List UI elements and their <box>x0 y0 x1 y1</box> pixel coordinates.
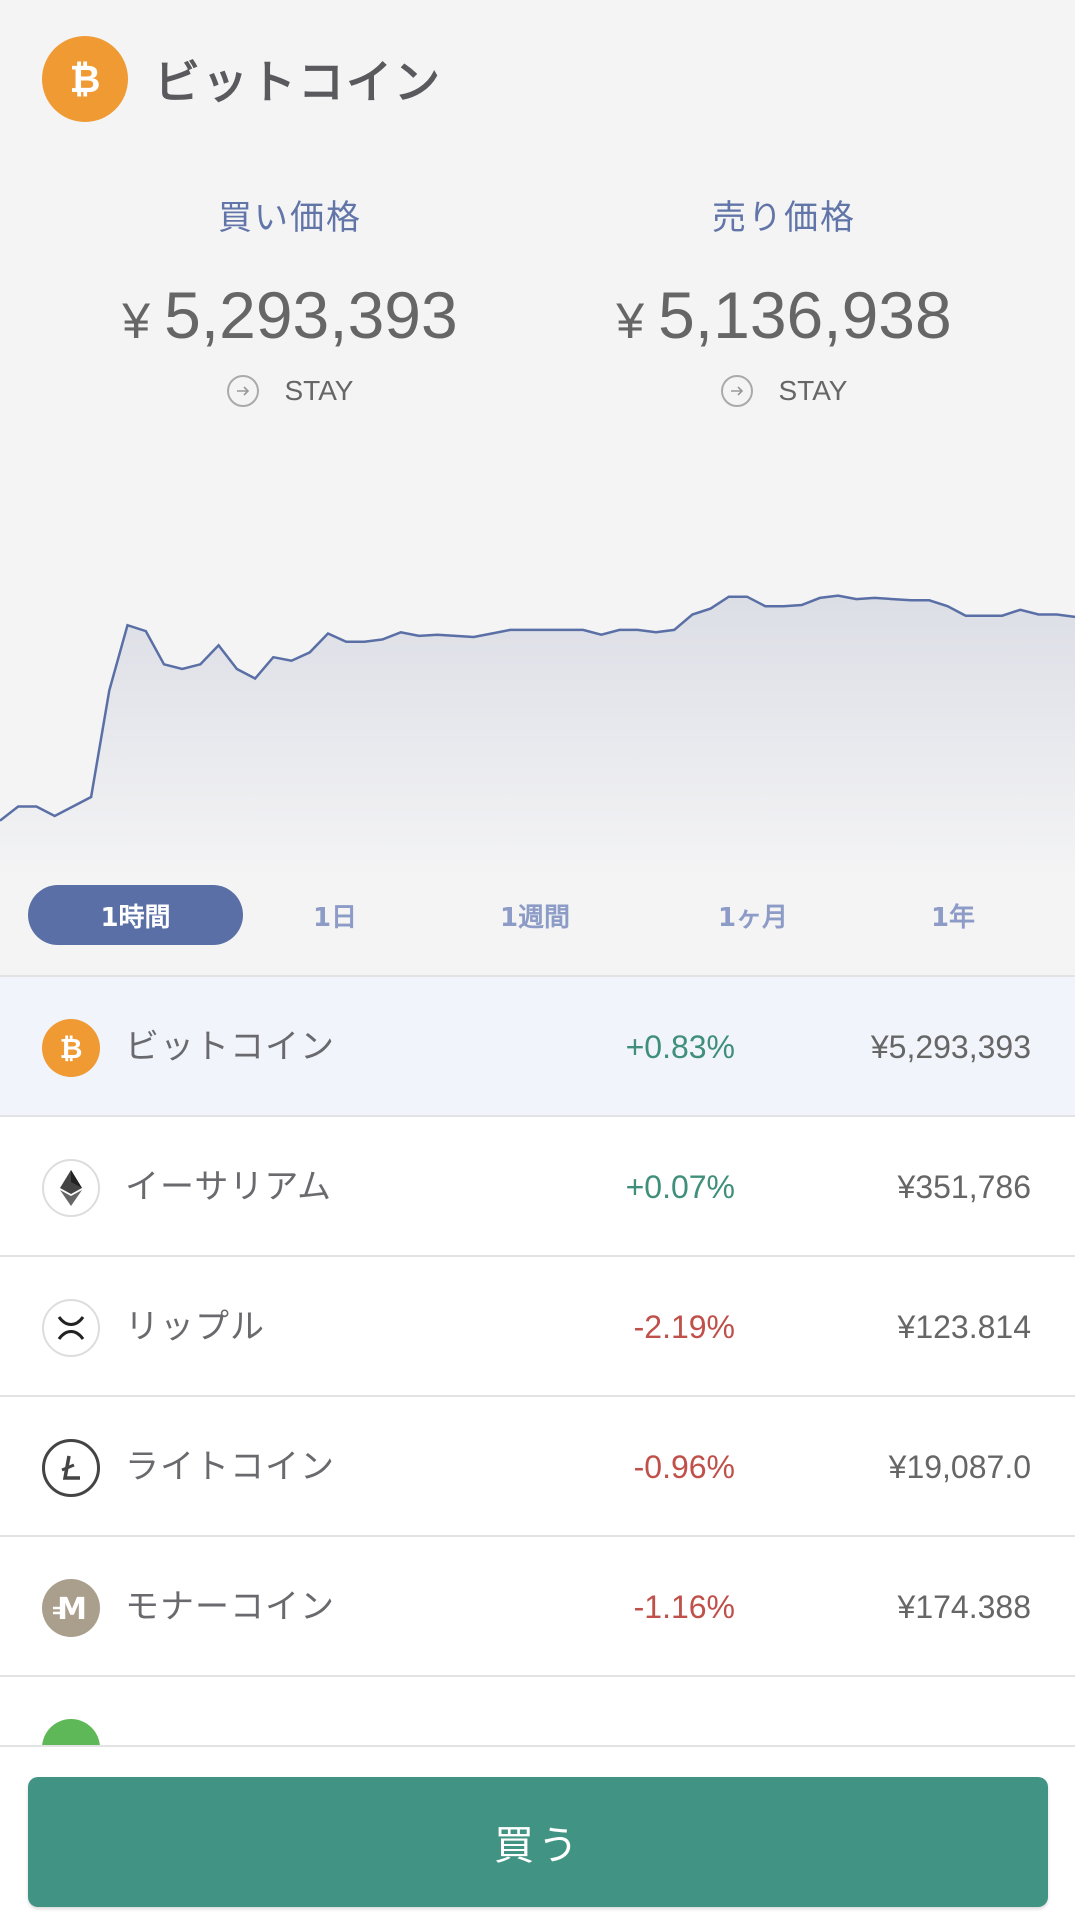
coin-row-ripple[interactable]: リップル -2.19% ¥123.814 <box>0 1255 1075 1395</box>
svg-text:₿: ₿ <box>60 1032 83 1065</box>
buy-button[interactable]: 買う <box>28 1777 1048 1907</box>
coin-change: -2.19% <box>633 1309 735 1345</box>
coin-price: ¥351,786 <box>897 1169 1031 1205</box>
coin-name: イーサリアム <box>125 1167 332 1207</box>
buy-price-label: 買い価格 <box>218 198 362 238</box>
sell-price-value: ¥5,136,938 <box>574 277 994 353</box>
svg-text:₿: ₿ <box>70 57 101 101</box>
buy-price-status: STAY <box>80 375 500 407</box>
buy-price-amount: 5,293,393 <box>164 278 458 352</box>
coin-price: ¥19,087.0 <box>888 1449 1031 1485</box>
sell-price-block: 売り価格 ¥5,136,938 STAY <box>574 190 994 407</box>
coin-change: -0.96% <box>633 1449 735 1485</box>
coin-row-ethereum[interactable]: イーサリアム +0.07% ¥351,786 <box>0 1115 1075 1255</box>
yen-symbol: ¥ <box>616 293 645 349</box>
range-tab-1w[interactable]: 1週間 <box>470 885 600 945</box>
monacoin-icon: M <box>42 1579 100 1637</box>
coin-row-monacoin[interactable]: M モナーコイン -1.16% ¥174.388 <box>0 1535 1075 1675</box>
ripple-icon <box>42 1299 100 1357</box>
coin-price: ¥5,293,393 <box>870 1029 1031 1065</box>
coin-row-bitcoin[interactable]: ₿ ビットコイン +0.83% ¥5,293,393 <box>0 975 1075 1115</box>
bottom-action-bar: 買う <box>0 1745 1075 1920</box>
time-range-selector: 1時間 1日 1週間 1ヶ月 1年 <box>0 885 1075 945</box>
coin-row-litecoin[interactable]: ライトコイン -0.96% ¥19,087.0 <box>0 1395 1075 1535</box>
coin-change: -1.16% <box>633 1589 735 1625</box>
litecoin-icon <box>42 1439 100 1497</box>
coin-name: ライトコイン <box>125 1447 335 1487</box>
price-header: ₿ ビットコイン 買い価格 ¥5,293,393 STAY 売り価格 ¥5,13… <box>0 0 1075 975</box>
coin-price: ¥174.388 <box>897 1589 1031 1625</box>
range-tab-1d[interactable]: 1日 <box>270 885 400 945</box>
arrow-right-circle-icon <box>720 375 753 407</box>
coin-list: ₿ ビットコイン +0.83% ¥5,293,393 イーサリアム +0.07%… <box>0 975 1075 1815</box>
page-title: ビットコイン <box>154 55 442 109</box>
bitcoin-icon: ₿ <box>42 36 128 122</box>
coin-name: ビットコイン <box>125 1027 335 1067</box>
coin-change: +0.83% <box>625 1029 735 1065</box>
bitcoin-icon: ₿ <box>42 1019 100 1077</box>
range-tab-1y[interactable]: 1年 <box>888 885 1018 945</box>
coin-name: モナーコイン <box>125 1587 335 1627</box>
coin-price: ¥123.814 <box>897 1309 1031 1345</box>
chart-area <box>0 595 1075 880</box>
yen-symbol: ¥ <box>122 293 151 349</box>
price-chart[interactable] <box>0 560 1075 880</box>
coin-name: リップル <box>125 1307 265 1347</box>
sell-price-status: STAY <box>574 375 994 407</box>
range-tab-1m[interactable]: 1ヶ月 <box>688 885 818 945</box>
coin-change: +0.07% <box>625 1169 735 1205</box>
sell-price-amount: 5,136,938 <box>658 278 952 352</box>
sell-status-text: STAY <box>778 375 848 406</box>
range-tab-1h[interactable]: 1時間 <box>28 885 243 945</box>
buy-price-value: ¥5,293,393 <box>80 277 500 353</box>
ethereum-icon <box>42 1159 100 1217</box>
buy-price-block: 買い価格 ¥5,293,393 STAY <box>80 190 500 407</box>
sell-price-label: 売り価格 <box>712 198 856 238</box>
buy-status-text: STAY <box>284 375 354 406</box>
arrow-right-circle-icon <box>226 375 259 407</box>
title-row: ₿ ビットコイン <box>42 36 442 122</box>
